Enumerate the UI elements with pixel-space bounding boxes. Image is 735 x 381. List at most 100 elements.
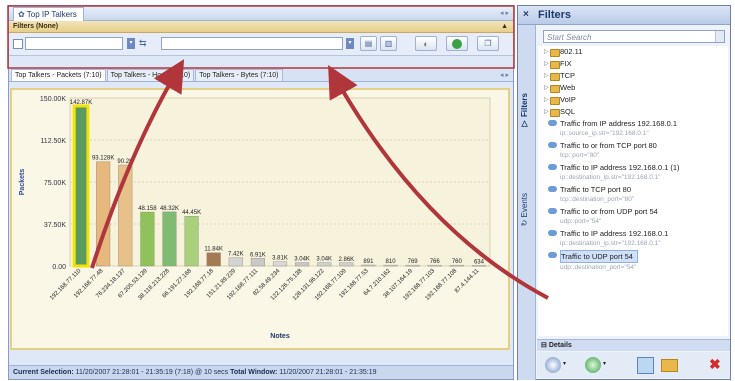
bar[interactable] — [272, 261, 288, 267]
bar[interactable] — [96, 161, 111, 267]
bar[interactable] — [449, 264, 464, 267]
filter-item[interactable]: Traffic to or from TCP port 80 tcp::port=… — [538, 140, 728, 162]
expand-triangle-icon[interactable]: ▷ — [544, 70, 549, 82]
folder-icon — [550, 73, 560, 81]
filter-name: Traffic to or from UDP port 54 — [560, 207, 658, 216]
filter-checkbox[interactable] — [13, 39, 23, 49]
top-talkers-chart: 150.00K 112.50K 75.00K 37.50K 0.00 Packets 142… — [10, 88, 510, 350]
side-tab-filters-label: Filters — [520, 93, 529, 118]
bar[interactable] — [162, 211, 177, 267]
tree-folder[interactable]: ▷ FIX — [538, 58, 728, 70]
chart-tab-scroll[interactable]: ◂ ▸ — [497, 70, 512, 81]
dropdown-arrow-icon[interactable]: ▾ — [127, 38, 135, 49]
tree-folder[interactable]: ▷ VoIP — [538, 94, 728, 106]
delete-filter-button[interactable]: ▥ — [380, 36, 397, 51]
expand-triangle-icon[interactable]: ▷ — [544, 46, 549, 58]
go-icon — [452, 38, 462, 49]
tab-packets[interactable]: Top Talkers - Packets (7:10) — [11, 69, 106, 81]
filter-item[interactable]: Traffic to TCP port 80 tcp::destination_p… — [538, 184, 728, 206]
swap-arrows-icon[interactable]: ⇆ — [139, 38, 147, 49]
clear-icon: ▥ — [384, 39, 393, 48]
folder-label: VoIP — [560, 95, 576, 104]
tab-hosts[interactable]: Top Talkers - Hosts (7:10) — [106, 69, 195, 81]
tree-folder[interactable]: ▷ Web — [538, 82, 728, 94]
filter-name: Traffic to IP address 192.168.0.1 (1) — [560, 163, 680, 172]
bar[interactable] — [140, 211, 155, 267]
filter-field-input[interactable] — [25, 37, 123, 50]
collapse-icon[interactable]: ▲ — [501, 21, 508, 32]
filter-search-input[interactable]: Start Search — [543, 30, 725, 43]
folder-icon[interactable] — [661, 359, 678, 372]
dropdown-arrow-icon[interactable]: ▾ — [563, 360, 566, 367]
filter-value-input[interactable] — [161, 37, 343, 50]
apply-filter-button[interactable] — [446, 36, 468, 51]
tree-folder[interactable]: ▷ 802.11 — [538, 46, 728, 58]
tab-top-ip-talkers[interactable]: ✿ Top IP Talkers — [13, 7, 84, 21]
bar[interactable] — [361, 264, 376, 267]
tab-scroll-arrows[interactable]: ◂ ▸ — [500, 9, 509, 17]
folder-list: ▷ 802.11 ▷ FIX ▷ TCP ▷ Web ▷ VoIP ▷ SQL — [538, 46, 728, 118]
save-icon: ▤ — [364, 39, 373, 48]
chart-tabs: Top Talkers - Packets (7:10) Top Talkers… — [9, 69, 513, 82]
search-scroll-icon[interactable] — [715, 31, 724, 42]
bar[interactable] — [471, 265, 486, 267]
folder-icon — [550, 97, 560, 105]
data-label: 93.128K — [92, 156, 114, 162]
filter-funnel-icon: ▽ — [520, 119, 529, 129]
bar[interactable] — [405, 264, 420, 267]
filter-item[interactable]: Traffic to or from UDP port 54 udp::port=… — [538, 206, 728, 228]
delete-icon[interactable]: ✖ — [709, 356, 721, 373]
back-button[interactable]: ◐ — [415, 36, 437, 51]
filter-link-icon — [548, 142, 557, 148]
side-tab-events-label: Events — [520, 193, 529, 218]
filter-name: Traffic to TCP port 80 — [560, 185, 632, 194]
expand-triangle-icon[interactable]: ▷ — [544, 82, 549, 94]
bar[interactable] — [383, 264, 398, 267]
tab-bytes[interactable]: Top Talkers - Bytes (7:10) — [195, 69, 283, 81]
y-tick-label: 0.00 — [52, 264, 66, 271]
expand-triangle-icon[interactable]: ▷ — [544, 94, 549, 106]
details-bar[interactable]: ⊟ Details — [537, 339, 730, 351]
copy-button[interactable]: ❐ — [477, 36, 499, 51]
bar[interactable] — [427, 264, 442, 267]
back-circle-button[interactable] — [545, 357, 561, 373]
side-tab-filters[interactable]: ▽ Filters — [520, 93, 529, 128]
data-label: 44.45K — [182, 210, 201, 216]
tree-folder[interactable]: ▷ TCP — [538, 70, 728, 82]
filter-item[interactable]: Traffic from IP address 192.168.0.1 ip::s… — [538, 118, 728, 140]
folder-icon — [550, 109, 560, 117]
expand-triangle-icon[interactable]: ▷ — [544, 106, 549, 118]
folder-icon — [550, 85, 560, 93]
bar[interactable] — [228, 257, 243, 267]
gear-icon: ✿ — [18, 10, 25, 19]
filter-item[interactable]: Traffic to IP address 192.168.0.1 (1) ip:… — [538, 162, 728, 184]
total-window-value: 11/20/2007 21:28:01 - 21:35:19 — [279, 369, 377, 376]
bar[interactable] — [339, 262, 354, 267]
bar[interactable] — [118, 164, 133, 267]
window-tab-strip: ✿ Top IP Talkers ◂ ▸ — [9, 6, 513, 21]
folder-label: TCP — [560, 71, 575, 80]
filter-item[interactable]: Traffic to IP address 192.168.0.1 ip::des… — [538, 228, 728, 250]
panel-close-icon[interactable]: × — [523, 6, 529, 24]
filter-item[interactable]: Traffic to UDP port 54 udp::destination_p… — [538, 250, 728, 272]
bar[interactable] — [206, 252, 221, 267]
current-selection-label: Current Selection: — [13, 369, 74, 376]
filter-tree: ▷ 802.11 ▷ FIX ▷ TCP ▷ Web ▷ VoIP ▷ SQL Traffic fro… — [538, 46, 728, 336]
filters-bar[interactable]: Filters (None) ▲ — [9, 21, 513, 33]
expand-triangle-icon[interactable]: ▷ — [544, 58, 549, 70]
bar[interactable] — [317, 262, 332, 267]
total-window-label: Total Window: — [230, 369, 278, 376]
x-tick-label: 87.4.144.11 — [454, 268, 481, 295]
tree-folder[interactable]: ▷ SQL — [538, 106, 728, 118]
bar[interactable] — [250, 258, 265, 267]
apply-circle-button[interactable] — [585, 357, 601, 373]
save-filter-button[interactable]: ▤ — [360, 36, 377, 51]
bar[interactable] — [295, 262, 310, 267]
bar[interactable] — [72, 104, 90, 268]
bar[interactable] — [184, 216, 199, 267]
filter-funnel-icon[interactable] — [637, 357, 654, 374]
value-dropdown-icon[interactable]: ▾ — [346, 38, 354, 49]
dropdown-arrow-icon[interactable]: ▾ — [603, 360, 606, 367]
y-axis-label: Packets — [19, 169, 26, 196]
side-tab-events[interactable]: ↻ Events — [520, 193, 529, 226]
